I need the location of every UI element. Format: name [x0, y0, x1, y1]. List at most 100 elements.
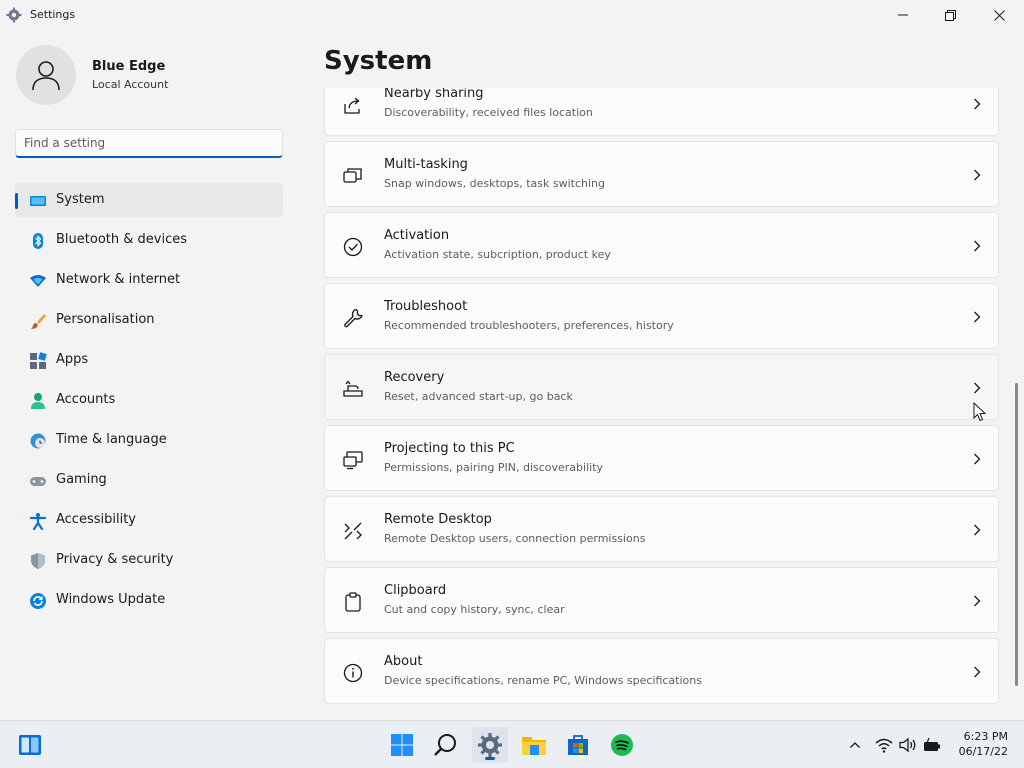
sidebar-item-label: Windows Update	[56, 592, 166, 607]
sidebar-item-accessibility[interactable]: Accessibility	[15, 503, 283, 537]
sidebar-item-label: System	[56, 192, 105, 207]
taskbar-search-button[interactable]	[428, 727, 464, 763]
recovery-icon	[343, 380, 363, 397]
chevron-right-icon	[974, 311, 981, 323]
sidebar-item-system[interactable]: System	[15, 183, 283, 217]
check-circle-icon	[343, 237, 363, 257]
card-recovery[interactable]: Recovery Reset, advanced start-up, go ba…	[324, 354, 999, 420]
clipboard-icon	[345, 592, 361, 612]
active-app-indicator	[485, 757, 495, 760]
sidebar-item-privacy-security[interactable]: Privacy & security	[15, 543, 283, 577]
network-tray-button[interactable]	[874, 735, 894, 755]
sidebar-item-personalisation[interactable]: Personalisation	[15, 303, 283, 337]
sidebar-item-label: Privacy & security	[56, 552, 174, 567]
network-icon	[30, 275, 46, 287]
card-remote-desktop[interactable]: Remote Desktop Remote Desktop users, con…	[324, 496, 999, 562]
maximize-button[interactable]	[926, 0, 974, 30]
volume-tray-button[interactable]	[898, 735, 918, 755]
card-title: Activation	[384, 228, 450, 243]
sidebar-item-label: Network & internet	[56, 272, 181, 287]
store-icon	[568, 735, 588, 755]
card-projecting-to-this-pc[interactable]: Projecting to this PC Permissions, pairi…	[324, 425, 999, 491]
minimize-icon	[898, 14, 908, 16]
scrollbar-thumb[interactable]	[1015, 383, 1018, 686]
multitasking-icon	[343, 168, 362, 183]
sidebar-item-bluetooth-devices[interactable]: Bluetooth & devices	[15, 223, 283, 257]
chevron-right-icon	[974, 382, 981, 394]
card-clipboard[interactable]: Clipboard Cut and copy history, sync, cl…	[324, 567, 999, 633]
chevron-right-icon	[974, 240, 981, 252]
sidebar-item-label: Bluetooth & devices	[56, 232, 187, 247]
sidebar: Blue Edge Local Account System Bluetooth…	[0, 30, 300, 720]
settings-icon	[478, 733, 502, 757]
card-nearby-sharing[interactable]: Nearby sharing Discoverability, received…	[324, 88, 999, 136]
chevron-right-icon	[974, 524, 981, 536]
volume-icon	[899, 737, 916, 753]
card-troubleshoot[interactable]: Troubleshoot Recommended troubleshooters…	[324, 283, 999, 349]
sidebar-item-apps[interactable]: Apps	[15, 343, 283, 377]
mouse-cursor-icon	[973, 402, 987, 422]
search-input[interactable]	[16, 130, 272, 155]
widgets-icon	[19, 735, 41, 755]
sidebar-item-network-internet[interactable]: Network & internet	[15, 263, 283, 297]
update-icon	[30, 593, 46, 609]
card-activation[interactable]: Activation Activation state, subcription…	[324, 212, 999, 278]
sidebar-item-gaming[interactable]: Gaming	[15, 463, 283, 497]
card-subtitle: Reset, advanced start-up, go back	[384, 390, 573, 403]
settings-list: Nearby sharing Discoverability, received…	[324, 88, 1000, 720]
sidebar-item-label: Personalisation	[56, 312, 155, 327]
card-subtitle: Remote Desktop users, connection permiss…	[384, 532, 646, 545]
file-explorer-icon	[522, 737, 546, 755]
page-title: System	[324, 46, 433, 76]
info-icon	[343, 663, 363, 683]
card-title: Clipboard	[384, 583, 447, 598]
battery-tray-button[interactable]	[922, 735, 942, 755]
account-type: Local Account	[92, 78, 169, 91]
system-icon	[30, 196, 46, 206]
taskbar-store-button[interactable]	[560, 727, 596, 763]
close-button[interactable]	[975, 0, 1023, 30]
sidebar-item-accounts[interactable]: Accounts	[15, 383, 283, 417]
card-subtitle: Device specifications, rename PC, Window…	[384, 674, 702, 687]
card-title: Remote Desktop	[384, 512, 492, 527]
taskbar-spotify-button[interactable]	[604, 727, 640, 763]
sidebar-item-label: Gaming	[56, 472, 107, 487]
spotify-icon	[611, 734, 633, 756]
restore-icon	[944, 9, 956, 21]
start-button[interactable]	[384, 727, 420, 763]
windows-start-icon	[391, 734, 413, 756]
card-subtitle: Activation state, subcription, product k…	[384, 248, 611, 261]
taskbar-file-explorer-button[interactable]	[516, 727, 552, 763]
chevron-right-icon	[974, 169, 981, 181]
sidebar-item-label: Apps	[56, 352, 89, 367]
search-icon	[434, 734, 456, 756]
card-subtitle: Snap windows, desktops, task switching	[384, 177, 606, 190]
widgets-button[interactable]	[12, 727, 48, 763]
sidebar-item-windows-update[interactable]: Windows Update	[15, 583, 283, 617]
card-multi-tasking[interactable]: Multi-tasking Snap windows, desktops, ta…	[324, 141, 999, 207]
sidebar-item-time-language[interactable]: Time & language	[15, 423, 283, 457]
chevron-right-icon	[974, 453, 981, 465]
gamepad-icon	[30, 477, 46, 486]
taskbar	[0, 720, 1024, 768]
chevron-up-icon	[850, 742, 860, 748]
clock-time[interactable]: 6:23 PM	[956, 730, 1008, 743]
clock-date[interactable]: 06/17/22	[952, 745, 1008, 758]
search-box[interactable]	[15, 129, 283, 158]
remote-desktop-icon	[344, 522, 362, 540]
bluetooth-icon	[33, 233, 43, 249]
avatar[interactable]	[16, 45, 76, 105]
card-title: Recovery	[384, 370, 445, 385]
user-name: Blue Edge	[92, 59, 166, 74]
card-about[interactable]: About Device specifications, rename PC, …	[324, 638, 999, 704]
chevron-right-icon	[974, 595, 981, 607]
minimize-button[interactable]	[879, 0, 927, 30]
window-title: Settings	[30, 8, 76, 21]
globe-clock-icon	[30, 433, 46, 449]
wrench-icon	[344, 308, 363, 328]
card-title: Projecting to this PC	[384, 441, 515, 456]
brush-icon	[31, 314, 46, 329]
settings-app-icon	[6, 7, 22, 23]
user-icon	[32, 61, 60, 91]
show-hidden-icons-button[interactable]	[845, 735, 865, 755]
